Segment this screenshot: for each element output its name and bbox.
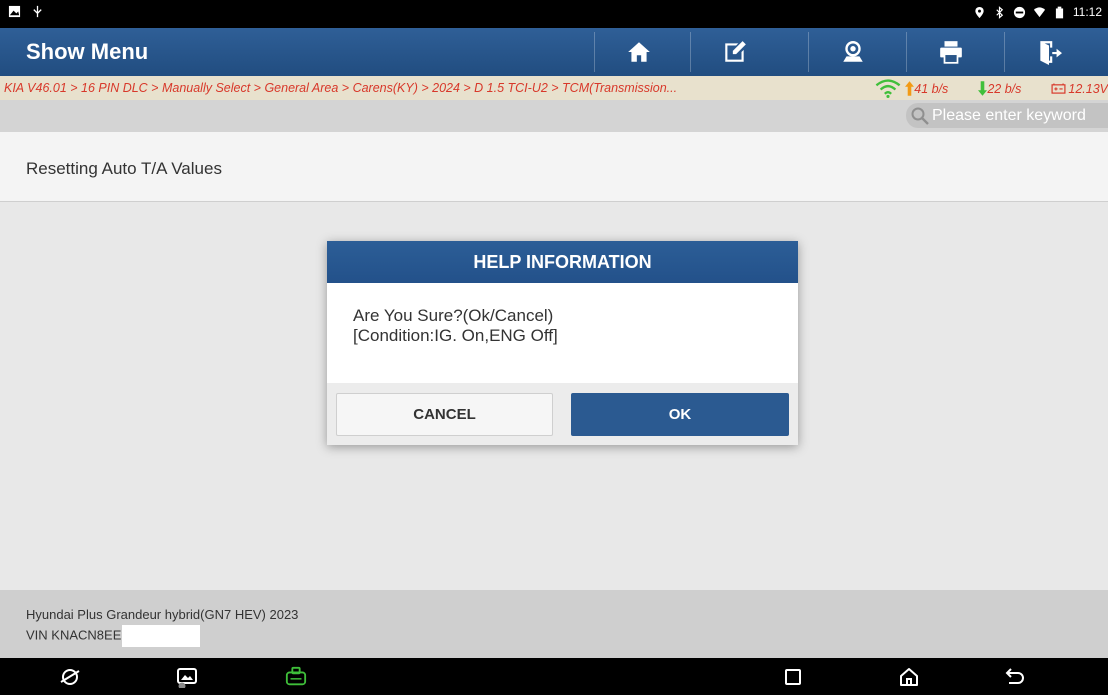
breadcrumb-bar: KIA V46.01 > 16 PIN DLC > Manually Selec… [0, 76, 1108, 100]
gallery-icon [8, 5, 21, 18]
vehicle-info-footer: Hyundai Plus Grandeur hybrid(GN7 HEV) 20… [0, 590, 1108, 658]
breadcrumb: KIA V46.01 > 16 PIN DLC > Manually Selec… [4, 81, 678, 95]
back-button[interactable] [1002, 665, 1028, 689]
search-placeholder: Please enter keyword [932, 106, 1086, 124]
vin-redaction [122, 625, 201, 647]
vin-line: VIN KNACN8EE [26, 625, 201, 647]
page-title: Show Menu [26, 39, 149, 64]
home-nav-button[interactable] [896, 665, 922, 689]
feedback-button[interactable] [808, 28, 898, 76]
screenshot-icon [177, 668, 197, 688]
connection-stats: 41 b/s 22 b/s 12.13V [875, 79, 1108, 98]
print-button[interactable] [906, 28, 996, 76]
screenshot-button[interactable] [174, 665, 200, 689]
wifi-signal-icon [875, 79, 901, 98]
dialog-message-line2: [Condition:IG. On,ENG Off] [353, 326, 558, 345]
exit-button[interactable] [1004, 28, 1094, 76]
browser-icon [60, 669, 80, 685]
home-icon [628, 42, 650, 62]
upload-arrow-icon [905, 81, 915, 96]
usb-icon [31, 5, 44, 18]
vci-icon [285, 666, 307, 686]
status-time: 11:12 [1072, 5, 1102, 19]
report-button[interactable] [690, 28, 780, 76]
battery-voltage: 12.13V [1068, 81, 1108, 96]
search-input[interactable]: Please enter keyword [906, 103, 1108, 128]
system-status-bar: 11:12 [0, 0, 1108, 28]
dnd-icon [1013, 6, 1026, 19]
print-icon [940, 41, 962, 64]
download-arrow-icon [978, 81, 988, 96]
system-nav-bar [0, 658, 1108, 695]
help-information-dialog: HELP INFORMATION Are You Sure?(Ok/Cancel… [327, 241, 798, 445]
home-outline-icon [900, 668, 918, 686]
home-button[interactable] [594, 28, 684, 76]
list-item[interactable]: Resetting Auto T/A Values [0, 132, 1108, 202]
vci-button[interactable] [283, 665, 309, 689]
dialog-button-area: CANCEL OK [327, 383, 798, 445]
download-rate: 22 b/s [987, 81, 1022, 96]
app-header: Show Menu [0, 28, 1108, 76]
feedback-icon [843, 41, 863, 62]
search-bar: Please enter keyword [0, 100, 1108, 132]
vehicle-name: Hyundai Plus Grandeur hybrid(GN7 HEV) 20… [26, 607, 299, 622]
upload-rate: 41 b/s [914, 81, 949, 96]
dialog-message-line1: Are You Sure?(Ok/Cancel) [353, 306, 554, 325]
vin-text: VIN KNACN8EE [26, 627, 122, 643]
dialog-message: Are You Sure?(Ok/Cancel) [Condition:IG. … [353, 306, 558, 346]
location-icon [973, 6, 986, 19]
browser-button[interactable] [57, 665, 83, 689]
battery-icon [1053, 6, 1066, 19]
bluetooth-icon [993, 5, 1006, 19]
list-item-label: Resetting Auto T/A Values [26, 159, 222, 178]
back-icon [1005, 668, 1024, 684]
cancel-button[interactable]: CANCEL [336, 393, 553, 436]
recents-icon [785, 669, 801, 685]
recents-button[interactable] [780, 665, 806, 689]
dialog-title: HELP INFORMATION [327, 241, 798, 283]
ok-button[interactable]: OK [571, 393, 789, 436]
wifi-icon [1033, 6, 1046, 19]
exit-icon [1040, 41, 1062, 65]
search-icon [911, 107, 929, 125]
report-icon [725, 41, 746, 62]
battery-voltage-icon [1051, 83, 1066, 94]
